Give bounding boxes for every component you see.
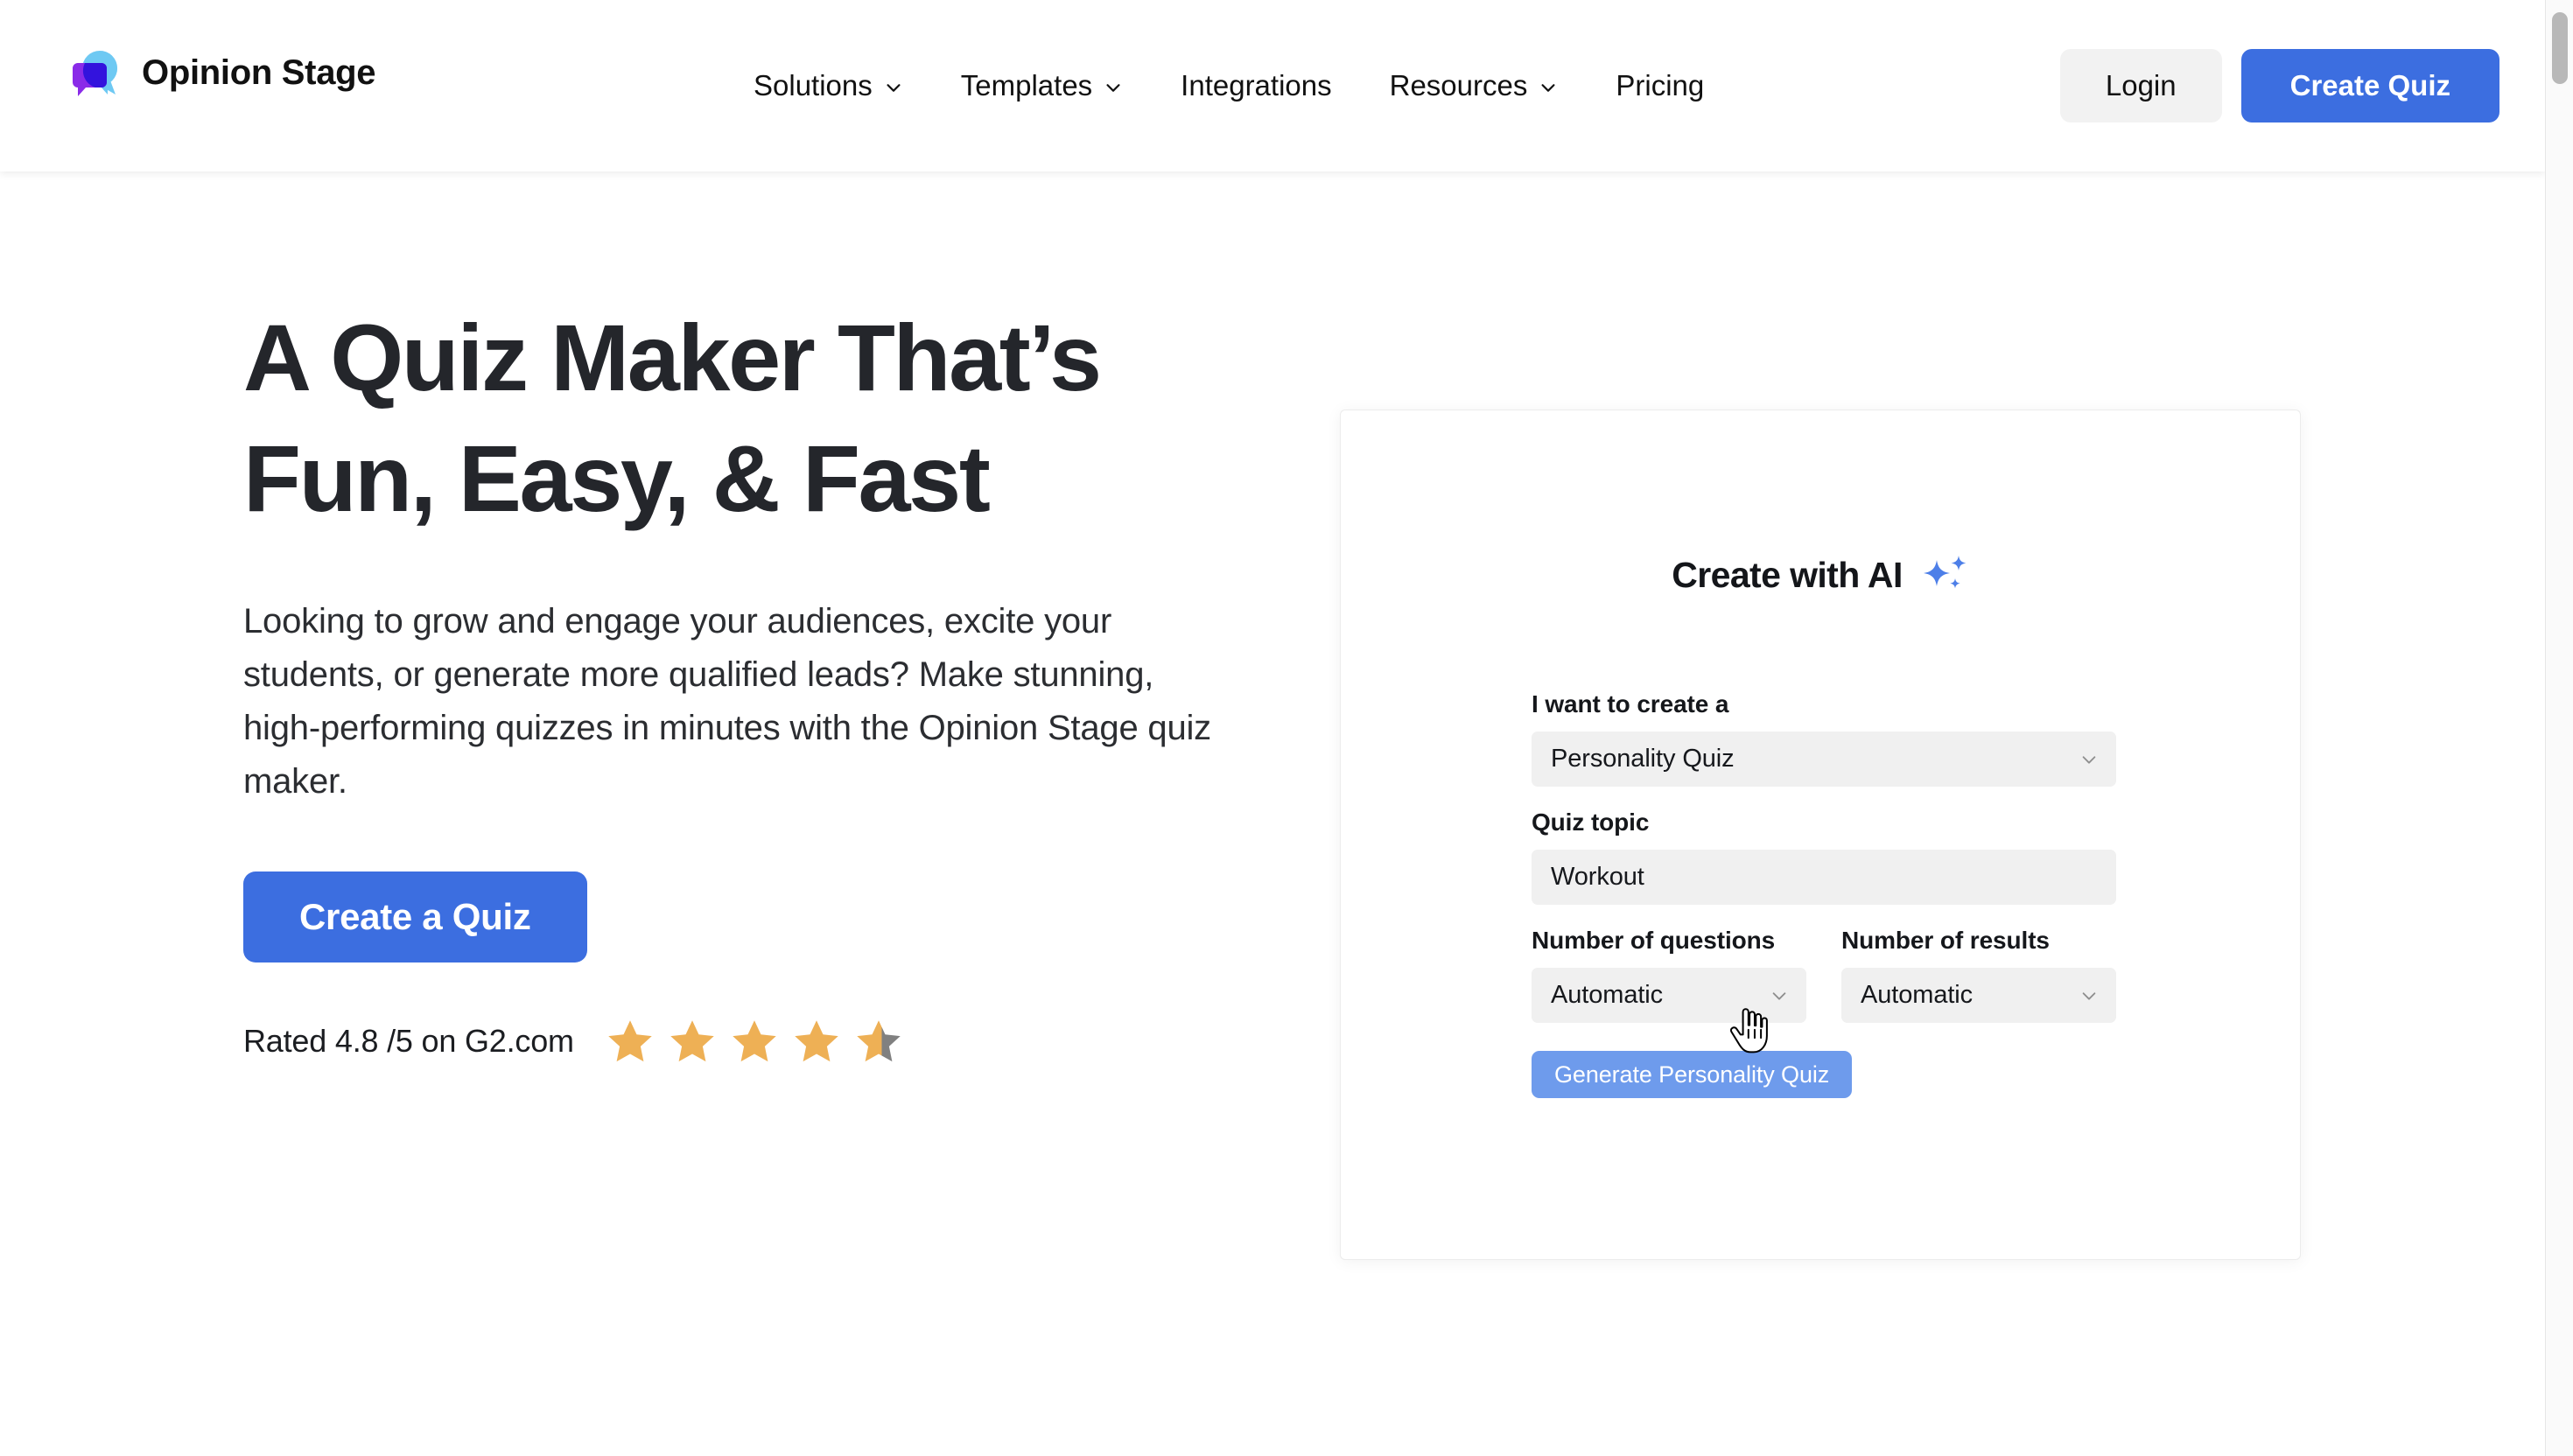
create-with-ai-card: Create with AI I want to create a Person… — [1340, 410, 2301, 1260]
main-navigation: Solutions Templates Integrations Resourc… — [725, 0, 1733, 172]
nav-item-templates[interactable]: Templates — [932, 69, 1152, 102]
field-num-questions: Number of questions Automatic — [1532, 927, 1806, 1023]
nav-item-pricing[interactable]: Pricing — [1587, 69, 1733, 102]
nav-label: Templates — [960, 69, 1093, 102]
create-a-quiz-button[interactable]: Create a Quiz — [243, 871, 587, 962]
star-icon — [792, 1017, 841, 1066]
field-label-quiz-topic: Quiz topic — [1532, 808, 1650, 836]
nav-item-solutions[interactable]: Solutions — [725, 69, 932, 102]
num-results-select[interactable]: Automatic — [1841, 968, 2116, 1023]
vertical-scrollbar[interactable] — [2545, 0, 2573, 1456]
num-questions-value: Automatic — [1551, 981, 1664, 1009]
card-title: Create with AI — [1672, 554, 1903, 595]
nav-item-resources[interactable]: Resources — [1361, 69, 1588, 102]
star-icon — [730, 1017, 779, 1066]
opinion-stage-logo-icon — [67, 44, 124, 102]
site-header: Opinion Stage Solutions Templates Integr… — [0, 0, 2545, 172]
chevron-down-icon — [2079, 750, 2099, 769]
quiz-topic-value: Workout — [1551, 863, 1644, 891]
create-type-select[interactable]: Personality Quiz — [1532, 732, 2116, 787]
nav-label: Integrations — [1181, 69, 1332, 102]
ai-quiz-form: I want to create a Personality Quiz Quiz… — [1532, 690, 2116, 1098]
login-button[interactable]: Login — [2059, 49, 2222, 122]
star-icon — [606, 1017, 655, 1066]
nav-item-integrations[interactable]: Integrations — [1152, 69, 1360, 102]
create-type-value: Personality Quiz — [1551, 745, 1735, 773]
num-questions-select[interactable]: Automatic — [1532, 968, 1806, 1023]
generate-personality-quiz-button[interactable]: Generate Personality Quiz — [1532, 1051, 1853, 1098]
chevron-down-icon — [1770, 986, 1789, 1005]
field-label-create-type: I want to create a — [1532, 690, 1729, 718]
chevron-down-icon — [1539, 78, 1558, 97]
field-create-type: I want to create a Personality Quiz — [1532, 690, 2116, 787]
field-label-num-questions: Number of questions — [1532, 927, 1776, 954]
chevron-down-icon — [884, 78, 903, 97]
num-results-value: Automatic — [1861, 981, 1974, 1009]
page-title: A Quiz Maker That’s Fun, Easy, & Fast — [243, 304, 1102, 532]
field-quiz-topic: Quiz topic Workout — [1532, 808, 2116, 905]
page-root: Opinion Stage Solutions Templates Integr… — [0, 0, 2573, 1456]
field-row-counts: Number of questions Automatic Number of … — [1532, 927, 2116, 1023]
logo-link[interactable]: Opinion Stage — [67, 44, 376, 102]
rating-label: Rated 4.8 /5 on G2.com — [243, 1022, 574, 1059]
star-icon-partial — [854, 1017, 903, 1066]
nav-label: Pricing — [1616, 69, 1705, 102]
star-icon — [668, 1017, 717, 1066]
rating-row: Rated 4.8 /5 on G2.com — [243, 1017, 1276, 1066]
chevron-down-icon — [1104, 78, 1123, 97]
field-label-num-results: Number of results — [1841, 927, 2050, 954]
star-rating — [606, 1017, 903, 1066]
hero-description: Looking to grow and engage your audience… — [243, 602, 1211, 801]
create-quiz-button[interactable]: Create Quiz — [2240, 49, 2499, 122]
quiz-topic-input[interactable]: Workout — [1532, 850, 2116, 905]
scrollbar-thumb[interactable] — [2552, 12, 2568, 84]
header-actions: Login Create Quiz — [2059, 0, 2499, 172]
logo-wordmark: Opinion Stage — [142, 52, 376, 92]
chevron-down-icon — [2079, 986, 2099, 1005]
nav-label: Solutions — [754, 69, 873, 102]
field-num-results: Number of results Automatic — [1841, 927, 2116, 1023]
hero-section: A Quiz Maker That’s Fun, Easy, & Fast Lo… — [243, 298, 1276, 1066]
nav-label: Resources — [1389, 69, 1528, 102]
card-header: Create with AI — [1341, 553, 2300, 597]
sparkle-ai-icon — [1922, 553, 1969, 597]
